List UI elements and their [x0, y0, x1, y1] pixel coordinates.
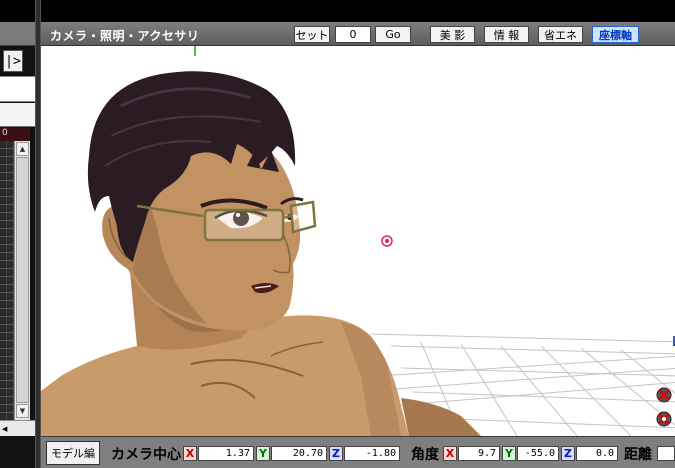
window-top-strip [41, 0, 675, 22]
frame-panel-hscrollbar[interactable]: ◀ [0, 420, 35, 436]
center-x-label: X [183, 446, 197, 461]
scroll-down-icon[interactable]: ▼ [16, 404, 29, 418]
center-x-field[interactable]: 1.37 [198, 446, 254, 461]
angle-y-label: Y [502, 446, 516, 461]
scene-canvas [41, 46, 675, 436]
set-button[interactable]: セット [294, 26, 330, 43]
keyframe-grid[interactable] [0, 141, 14, 420]
info-button[interactable]: 情 報 [484, 26, 529, 43]
scroll-left-icon[interactable]: ◀ [2, 425, 7, 433]
angle-x-field[interactable]: 9.7 [458, 446, 500, 461]
angle-z-label: Z [561, 446, 575, 461]
view-toolbar: カメラ・照明・アクセサリ セット 0 Go 美 影 情 報 省エネ 座標軸 [41, 22, 675, 46]
frame-panel-field-2[interactable] [0, 103, 35, 127]
next-frame-button[interactable]: |> [3, 50, 23, 72]
center-z-label: Z [329, 446, 343, 461]
rotate-gizmo-icon[interactable] [655, 386, 673, 404]
move-gizmo-icon[interactable] [655, 410, 673, 428]
angle-z-field[interactable]: 0.0 [576, 446, 618, 461]
frame-panel-top [0, 0, 35, 22]
coordinate-axis-button[interactable]: 座標軸 [592, 26, 639, 43]
camera-target-icon[interactable] [381, 235, 393, 247]
character-model [41, 71, 481, 436]
go-button[interactable]: Go [375, 26, 411, 43]
angle-y-field[interactable]: -55.0 [517, 446, 559, 461]
center-y-label: Y [256, 446, 270, 461]
frame-panel-header [0, 22, 35, 46]
scroll-thumb[interactable] [16, 157, 29, 403]
angle-x-label: X [443, 446, 457, 461]
distance-label: 距離 [624, 447, 652, 463]
camera-status-bar: モデル編 カメラ中心 X 1.37 Y 20.70 Z -1.80 角度 X 9… [41, 436, 675, 468]
frame-panel: |> 0 ▲ ▼ ◀ [0, 0, 35, 468]
frame-panel-field[interactable] [0, 76, 35, 102]
frame-number-header: 0 [0, 128, 30, 141]
center-y-field[interactable]: 20.70 [271, 446, 327, 461]
frame-panel-scrollbar[interactable]: ▲ ▼ [14, 141, 30, 420]
center-z-field[interactable]: -1.80 [344, 446, 400, 461]
scroll-up-icon[interactable]: ▲ [16, 142, 29, 156]
frame-input[interactable]: 0 [335, 26, 371, 43]
beauty-shadow-button[interactable]: 美 影 [430, 26, 475, 43]
model-edit-button[interactable]: モデル編 [46, 441, 100, 465]
panel-title: カメラ・照明・アクセサリ [50, 29, 200, 43]
distance-field[interactable] [657, 446, 675, 461]
angle-label: 角度 [411, 447, 439, 463]
energy-saving-button[interactable]: 省エネ [538, 26, 583, 43]
3d-viewport[interactable] [41, 46, 675, 436]
camera-center-label: カメラ中心 [111, 447, 181, 463]
